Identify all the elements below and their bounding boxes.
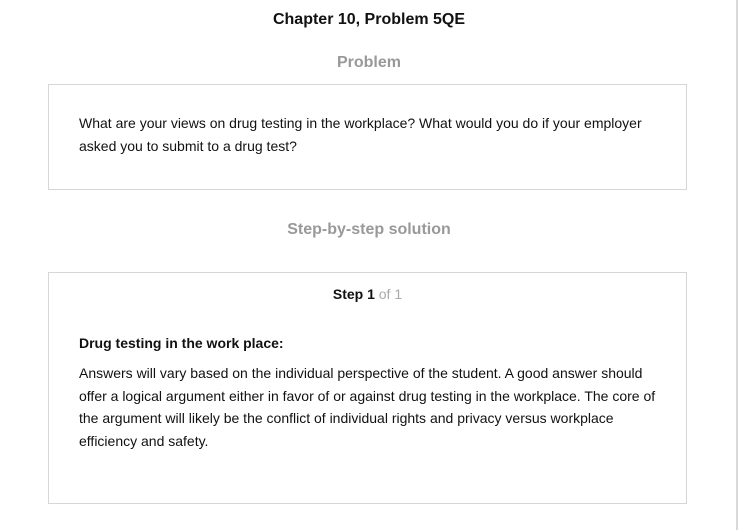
problem-box: What are your views on drug testing in t…: [48, 84, 687, 190]
problem-text: What are your views on drug testing in t…: [79, 115, 642, 154]
chapter-title: Chapter 10, Problem 5QE: [272, 11, 466, 28]
page: Chapter 10, Problem 5QE Problem What are…: [0, 0, 738, 530]
solution-sub-heading: Drug testing in the work place:: [79, 335, 284, 351]
problem-heading: Problem: [336, 54, 401, 71]
solution-answer-text: Answers will vary based on the individua…: [79, 365, 656, 449]
step-label: Step 1: [332, 286, 375, 302]
step-indicator: Step 1 of 1: [49, 286, 686, 302]
solution-heading: Step-by-step solution: [287, 221, 451, 238]
step-of: of 1: [378, 286, 403, 302]
solution-box: Step 1 of 1 Drug testing in the work pla…: [48, 272, 687, 504]
